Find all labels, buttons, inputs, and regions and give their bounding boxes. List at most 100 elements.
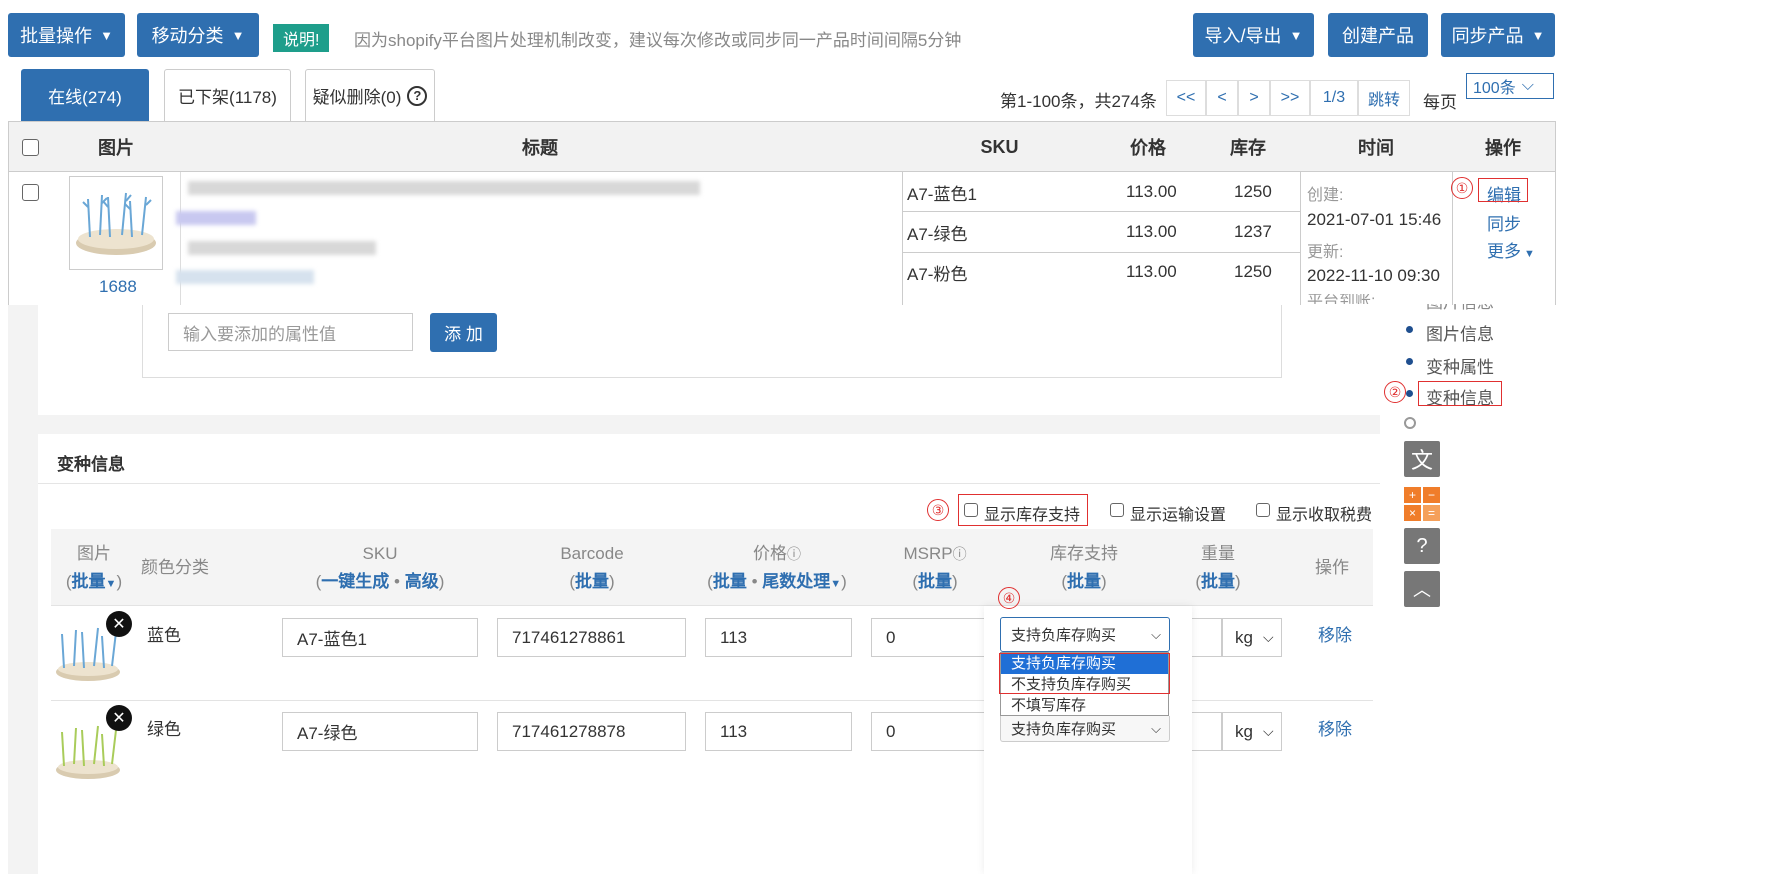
stock-support-select[interactable]: 支持负库存购买 ⌵: [1000, 716, 1170, 742]
price-value: 113.00: [1126, 182, 1177, 201]
remove-image-icon[interactable]: ✕: [106, 611, 132, 637]
show-tax-checkbox[interactable]: [1256, 503, 1270, 517]
nav-item-image[interactable]: 图片信息: [1426, 320, 1494, 345]
header-price: 价格: [1130, 138, 1166, 158]
updated-time: 2022-11-10 09:30: [1307, 266, 1440, 285]
batch-weight-link[interactable]: 批量: [1201, 572, 1235, 591]
created-time: 2021-07-01 15:46: [1307, 210, 1442, 229]
header-time: 时间: [1358, 138, 1394, 158]
sync-link[interactable]: 同步: [1487, 210, 1521, 235]
show-tax-label[interactable]: 显示收取税费: [1276, 501, 1372, 525]
variant-msrp-input[interactable]: 0: [871, 618, 991, 657]
variant-sku-input[interactable]: A7-蓝色1: [282, 618, 478, 657]
blurred-title: [176, 270, 314, 284]
nav-item-variant-attr[interactable]: 变种属性: [1426, 353, 1494, 378]
tab-online[interactable]: 在线(274): [21, 69, 149, 121]
vheader-image: 图片 (批量▼): [65, 544, 123, 591]
source-link[interactable]: 1688: [99, 277, 137, 297]
move-category-button[interactable]: 移动分类 ▼: [137, 13, 259, 57]
prev-page-button[interactable]: <: [1206, 80, 1238, 116]
variant-color: 蓝色: [147, 626, 181, 645]
divider: [902, 172, 903, 305]
updated-label: 更新:: [1307, 244, 1344, 261]
help-icon[interactable]: ⓘ: [787, 546, 801, 562]
variant-barcode-input[interactable]: 717461278878: [497, 712, 686, 751]
help-icon[interactable]: ⓘ: [953, 546, 967, 562]
tail-processing-link[interactable]: 尾数处理: [762, 572, 830, 591]
batch-price-link[interactable]: 批量: [713, 572, 747, 591]
sku-row-divider: [903, 252, 1300, 253]
show-shipping-checkbox[interactable]: [1110, 503, 1124, 517]
variant-price-input[interactable]: 113: [705, 618, 852, 657]
caret-down-icon: ▼: [100, 27, 113, 43]
batch-operation-button[interactable]: 批量操作 ▼: [8, 13, 125, 57]
show-shipping-label[interactable]: 显示运输设置: [1130, 501, 1226, 525]
sku-value: A7-绿色: [907, 224, 968, 244]
next-page-button[interactable]: >: [1238, 80, 1270, 116]
dropdown-option[interactable]: 不填写库存: [1001, 695, 1168, 716]
translate-icon[interactable]: 文: [1404, 441, 1440, 477]
help-circle-icon[interactable]: ?: [1404, 528, 1440, 564]
last-page-button[interactable]: >>: [1270, 80, 1310, 116]
per-page-select[interactable]: 100条 ⌵: [1466, 73, 1554, 99]
chevron-down-icon: ⌵: [1151, 720, 1161, 736]
batch-msrp-link[interactable]: 批量: [918, 572, 952, 591]
variant-weight-unit-select[interactable]: kg ⌵: [1222, 618, 1282, 657]
blurred-title: [176, 211, 256, 225]
vheader-barcode: Barcode (批量): [560, 544, 624, 591]
select-all-checkbox[interactable]: [22, 139, 39, 156]
jump-button[interactable]: 跳转: [1358, 80, 1410, 116]
calculator-icon[interactable]: + − × =: [1404, 487, 1440, 521]
variant-weight-input[interactable]: [1190, 618, 1222, 657]
caret-down-icon: ▼: [231, 27, 245, 43]
product-thumbnail[interactable]: [69, 176, 163, 270]
variant-barcode-input[interactable]: 717461278861: [497, 618, 686, 657]
remove-variant-link[interactable]: 移除: [1318, 715, 1352, 740]
generate-sku-link[interactable]: 一键生成: [321, 572, 389, 591]
remove-variant-link[interactable]: 移除: [1318, 621, 1352, 646]
vheader-msrp: MSRPⓘ (批量): [903, 544, 967, 591]
batch-barcode-link[interactable]: 批量: [575, 572, 609, 591]
more-link[interactable]: 更多 ▼: [1487, 237, 1535, 262]
variant-msrp-input[interactable]: 0: [871, 712, 991, 751]
variant-price-input[interactable]: 113: [705, 712, 852, 751]
chevron-down-icon: ⌵: [1262, 629, 1274, 645]
tab-suspected-deleted[interactable]: 疑似删除(0)?: [305, 69, 435, 121]
page-indicator: 1/3: [1310, 80, 1358, 116]
annotation-box-stock-option: [958, 494, 1088, 526]
help-icon[interactable]: ?: [407, 85, 428, 106]
chevron-down-icon: ⌵: [1262, 723, 1274, 739]
variant-weight-unit-select[interactable]: kg ⌵: [1222, 712, 1282, 751]
add-attribute-button[interactable]: 添 加: [430, 313, 497, 352]
first-page-button[interactable]: <<: [1166, 80, 1206, 116]
note-text: 因为shopify平台图片处理机制改变，建议每次修改或同步同一产品时间间隔5分钟: [354, 31, 962, 50]
divider: [180, 172, 181, 305]
create-product-button[interactable]: 创建产品: [1328, 13, 1428, 57]
sku-row-divider: [903, 211, 1300, 212]
nav-dot: [1406, 358, 1413, 365]
variant-color: 绿色: [147, 720, 181, 739]
annotation-marker-4: ④: [998, 587, 1020, 609]
advanced-sku-link[interactable]: 高级: [405, 572, 439, 591]
stock-support-select[interactable]: 支持负库存购买 ⌵: [1000, 617, 1170, 652]
nav-dot-empty: [1404, 417, 1416, 429]
import-export-button[interactable]: 导入/导出 ▼: [1193, 13, 1314, 57]
pagination-summary: 第1-100条，共274条: [1000, 92, 1157, 111]
tab-offline[interactable]: 已下架(1178): [164, 69, 291, 121]
batch-image-link[interactable]: 批量: [72, 572, 106, 591]
scroll-top-icon[interactable]: ︿: [1404, 571, 1440, 607]
vheader-color: 颜色分类: [141, 558, 209, 577]
vheader-weight: 重量 (批量): [1195, 544, 1241, 591]
stock-value: 1250: [1234, 262, 1272, 281]
nav-dot: [1406, 326, 1413, 333]
sync-product-button[interactable]: 同步产品 ▼: [1441, 13, 1555, 57]
row-checkbox[interactable]: [22, 184, 39, 201]
variant-sku-input[interactable]: A7-绿色: [282, 712, 478, 751]
note-badge: 说明!: [273, 24, 330, 52]
batch-stock-link[interactable]: 批量: [1067, 572, 1101, 591]
remove-image-icon[interactable]: ✕: [106, 705, 132, 731]
header-stock: 库存: [1230, 138, 1266, 158]
variant-weight-input[interactable]: [1190, 712, 1222, 751]
attribute-value-input[interactable]: 输入要添加的属性值: [168, 313, 413, 351]
annotation-box-dropdown: [999, 653, 1170, 694]
